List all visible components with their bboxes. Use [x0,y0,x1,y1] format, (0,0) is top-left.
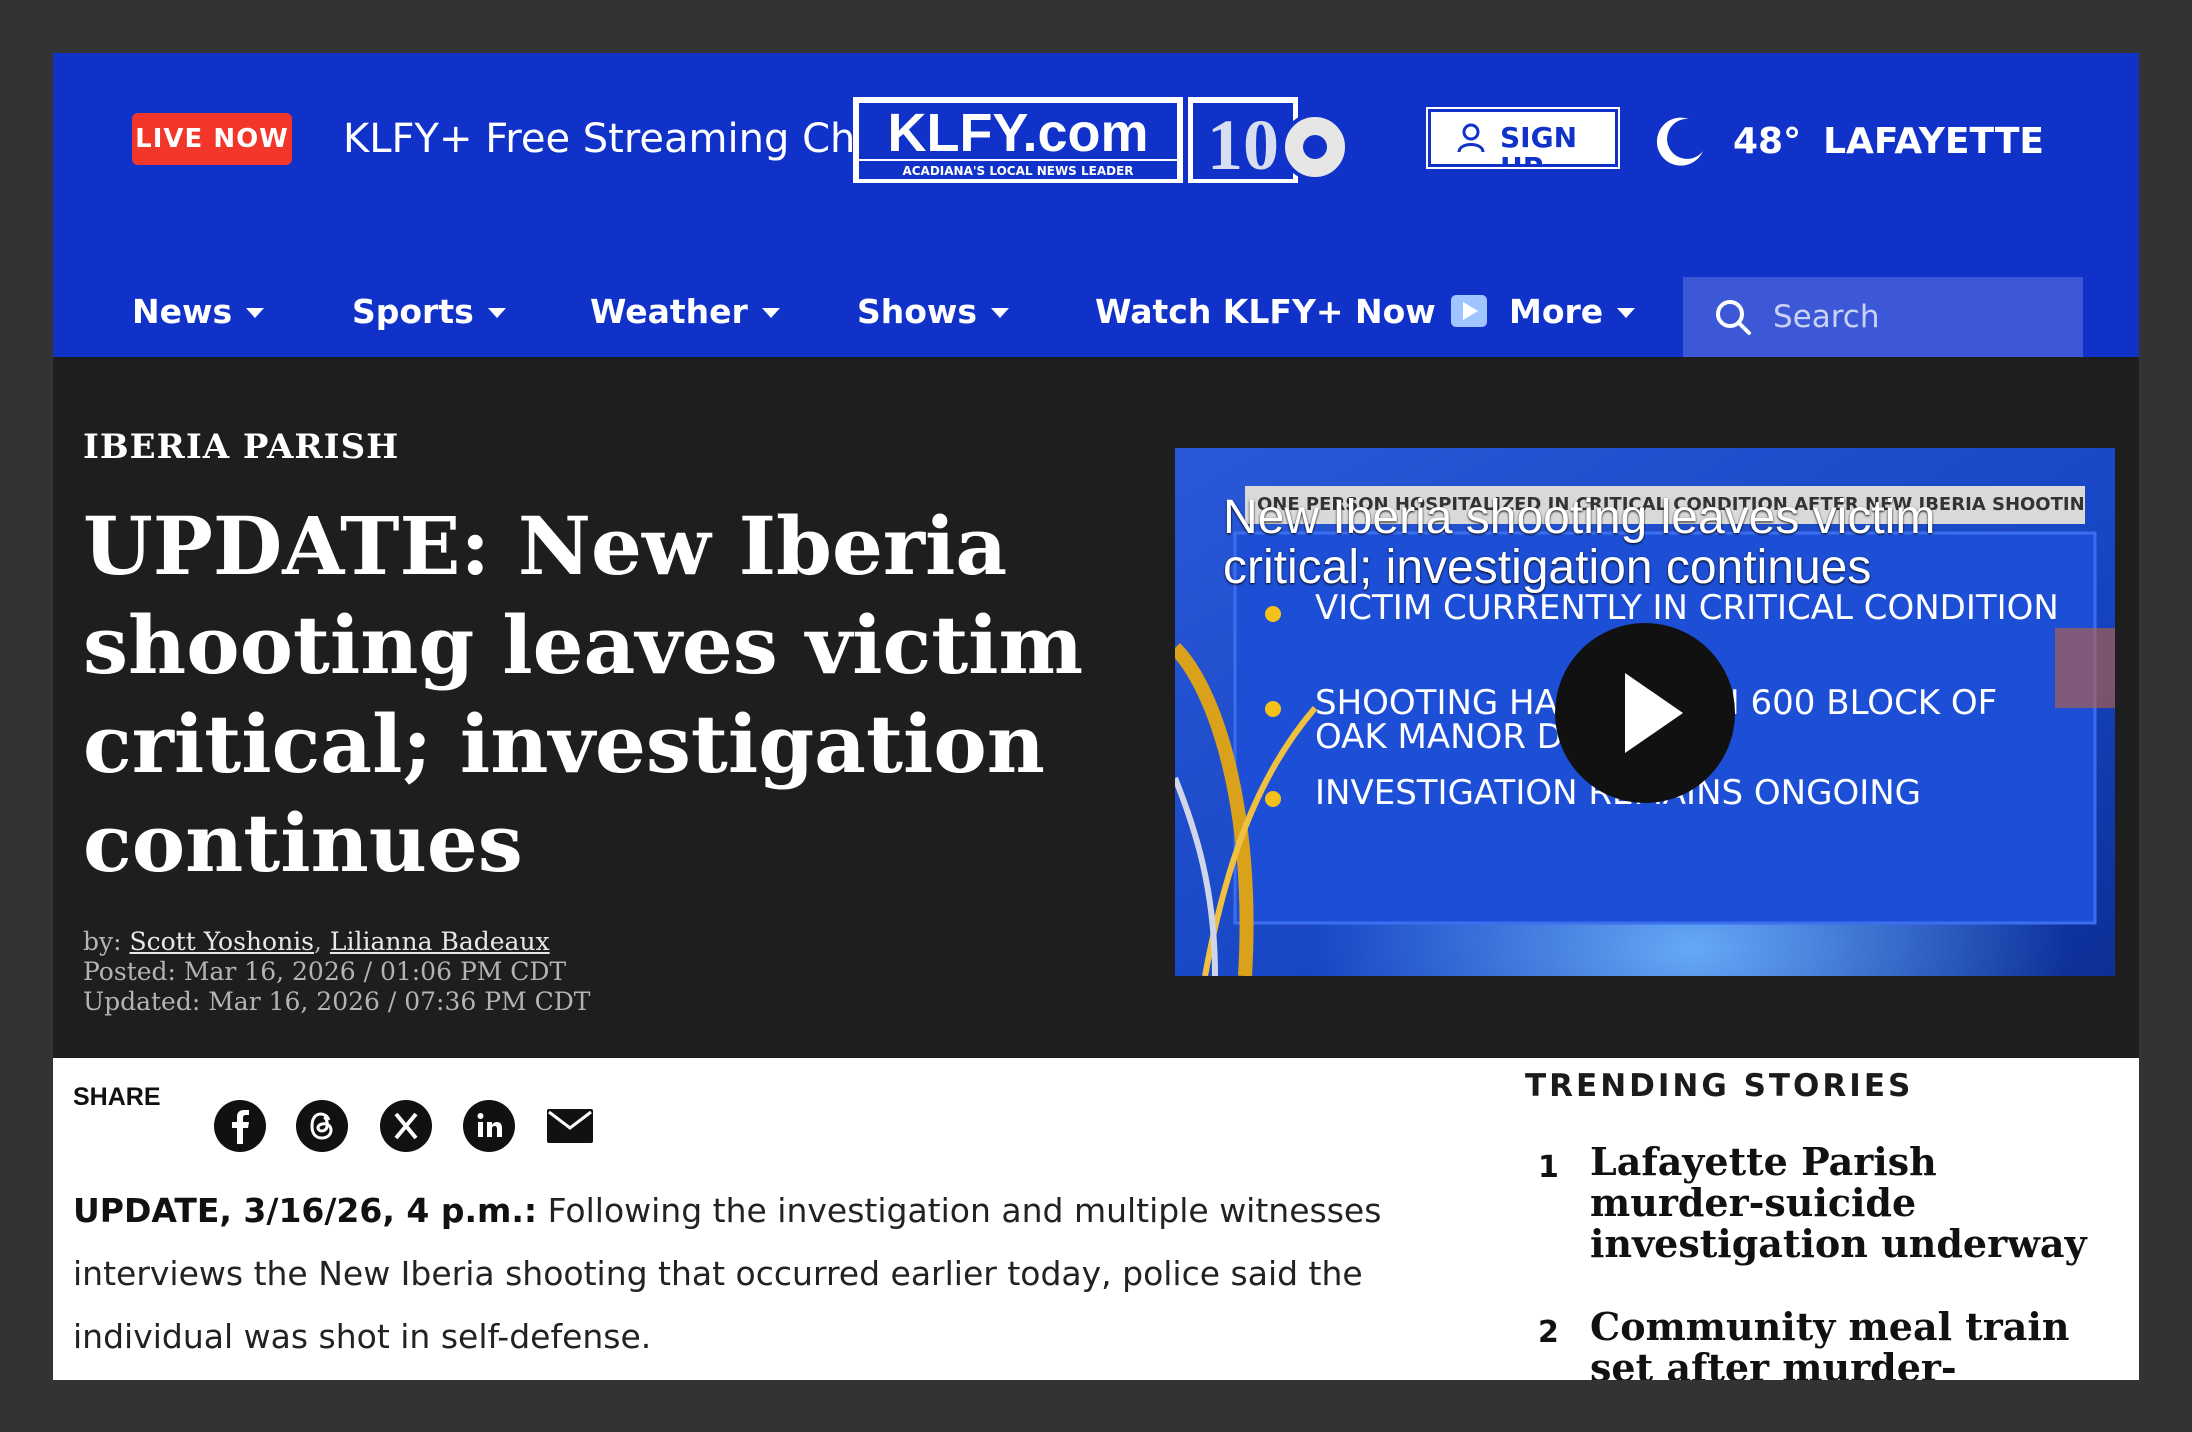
nav-label: News [132,291,233,331]
video-play-button[interactable] [1555,623,1735,803]
video-title: New Iberia shooting leaves victim critic… [1223,491,1936,594]
chevron-down-icon [487,308,506,318]
logo-channel: 10 [1207,105,1279,185]
video-bullet: VICTIM CURRENTLY IN CRITICAL CONDITION [1315,588,2059,628]
user-icon [1457,123,1485,153]
byline-prefix: by: [83,927,130,956]
facebook-glyph [232,1110,249,1144]
linkedin-glyph [477,1113,502,1137]
logo-tagline: ACADIANA'S LOCAL NEWS LEADER [902,164,1133,178]
nav-label: Sports [352,291,474,331]
search-icon [1716,300,1751,335]
nav-label: Watch KLFY+ Now [1095,291,1436,331]
nav-label: Shows [857,291,978,331]
trending-title: TRENDING STORIES [1525,1068,1914,1104]
nav-item-news[interactable]: News [132,286,265,336]
bullet-dot-icon [1265,606,1281,622]
live-now-badge[interactable]: LIVE NOW [132,113,292,165]
weather-widget[interactable]: 48° LAFAYETTE [1655,113,2044,169]
share-label: SHARE [73,1083,161,1111]
bullet-dot-icon [1265,701,1281,717]
author-link[interactable]: Lilianna Badeaux [330,927,550,956]
threads-glyph [310,1112,333,1140]
chevron-down-icon [761,308,780,318]
byline-authors: by: Scott Yoshonis, Lilianna Badeaux [83,927,590,957]
chevron-down-icon [991,308,1010,318]
mail-icon[interactable] [547,1109,593,1143]
linkedin-icon[interactable] [463,1100,515,1152]
author-link[interactable]: Scott Yoshonis [130,927,315,956]
chevron-down-icon [1617,308,1636,318]
nav-item-more[interactable]: More [1509,286,1636,336]
site-header: LIVE NOW KLFY+ Free Streaming Channel KL… [53,53,2139,224]
sign-up-label: SIGN UP [1500,121,1577,184]
article-byline: by: Scott Yoshonis, Lilianna Badeaux Pos… [83,927,590,1017]
browser-page: LIVE NOW KLFY+ Free Streaming Channel KL… [53,53,2139,1380]
updated-date: Updated: Mar 16, 2026 / 07:36 PM CDT [83,987,591,1016]
nav-label: More [1509,291,1604,331]
moon-icon [1656,117,1703,166]
play-icon [1450,295,1487,327]
update-lead: UPDATE, 3/16/26, 4 p.m.: [73,1191,538,1230]
article-category[interactable]: IBERIA PARISH [83,427,399,467]
article-headline: UPDATE: New Iberia shooting leaves victi… [83,499,1084,890]
x-glyph [394,1112,418,1140]
weather-city: LAFAYETTE [1823,120,2044,162]
bullet-dot-icon [1265,791,1281,807]
search-input[interactable] [1773,299,2073,335]
article-body: UPDATE, 3/16/26, 4 p.m.: Following the i… [73,1179,1453,1368]
article-hero: IBERIA PARISH UPDATE: New Iberia shootin… [53,357,2139,1058]
chevron-down-icon [246,308,265,318]
nav-label: Weather [590,291,748,331]
weather-temperature: 48° [1733,120,1802,162]
trending-story-link[interactable]: Lafayette Parish murder-suicide investig… [1590,1141,2090,1264]
posted-date: Posted: Mar 16, 2026 / 01:06 PM CDT [83,957,567,986]
trending-number: 2 [1538,1315,1559,1350]
sign-up-button[interactable]: SIGN UP [1426,107,1620,184]
facebook-icon[interactable] [214,1100,266,1152]
trending-number: 1 [1538,1150,1559,1185]
x-icon[interactable] [380,1100,432,1152]
nav-item-sports[interactable]: Sports [352,286,506,336]
klfy-logo[interactable]: KLFY.com ACADIANA'S LOCAL NEWS LEADER 10 [853,95,1353,185]
trending-story-link[interactable]: Community meal train set after murder-su… [1590,1306,2090,1380]
threads-icon[interactable] [296,1100,348,1152]
video-player[interactable]: ONE PERSON HOSPITALIZED IN CRITICAL COND… [1175,448,2115,976]
logo-text: KLFY.com [887,103,1148,163]
play-icon [1625,673,1683,753]
nav-item-weather[interactable]: Weather [590,286,780,336]
author-separator: , [314,927,330,956]
search-bar[interactable] [1683,277,2083,357]
nav-item-watch-klfy[interactable]: Watch KLFY+ Now [1095,286,1488,336]
nav-item-shows[interactable]: Shows [857,286,1010,336]
